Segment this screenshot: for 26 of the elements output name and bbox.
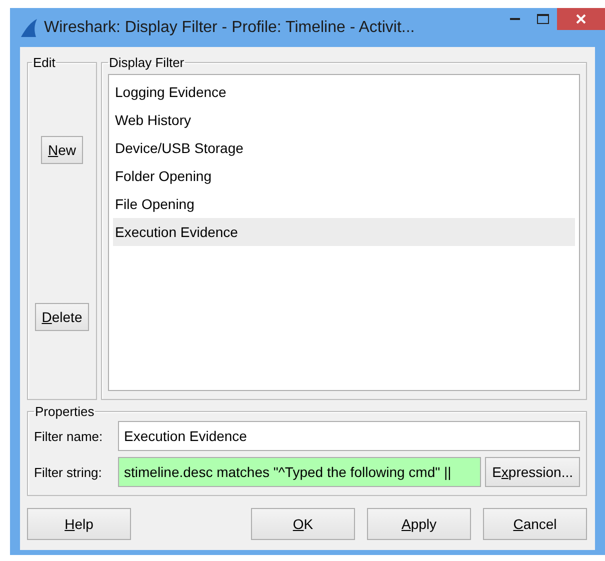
filter-list-item[interactable]: Execution Evidence <box>113 218 575 246</box>
help-button[interactable]: Help <box>27 508 131 540</box>
shark-fin-icon <box>20 18 38 38</box>
filter-list-item[interactable]: Folder Opening <box>113 162 575 190</box>
maximize-icon <box>537 14 549 24</box>
apply-button[interactable]: Apply <box>367 508 471 540</box>
close-icon <box>576 14 586 24</box>
filter-list-item[interactable]: Web History <box>113 106 575 134</box>
window-title: Wireshark: Display Filter - Profile: Timeline - Activit... <box>44 18 415 36</box>
filter-string-field[interactable]: stimeline.desc matches "^Typed the following cmd" || <box>118 457 482 487</box>
group-title: Display Filter <box>108 55 186 70</box>
filter-list-item[interactable]: Device/USB Storage <box>113 134 575 162</box>
filter-list-item[interactable]: File Opening <box>113 190 575 218</box>
field-label: Filter string: <box>34 464 103 480</box>
group-title: Properties <box>34 404 96 419</box>
delete-button[interactable]: Delete <box>34 303 90 331</box>
filter-name-field[interactable]: Execution Evidence <box>118 421 580 451</box>
ok-button[interactable]: OK <box>251 508 355 540</box>
cancel-button[interactable]: Cancel <box>483 508 587 540</box>
group-title: Edit <box>32 55 56 70</box>
new-button[interactable]: New <box>40 136 84 164</box>
close-button[interactable] <box>557 8 605 30</box>
expression-button[interactable]: Expression... <box>485 457 580 487</box>
minimize-icon <box>510 18 520 20</box>
filter-list-item[interactable]: Logging Evidence <box>113 78 575 106</box>
field-label: Filter name: <box>34 428 104 444</box>
